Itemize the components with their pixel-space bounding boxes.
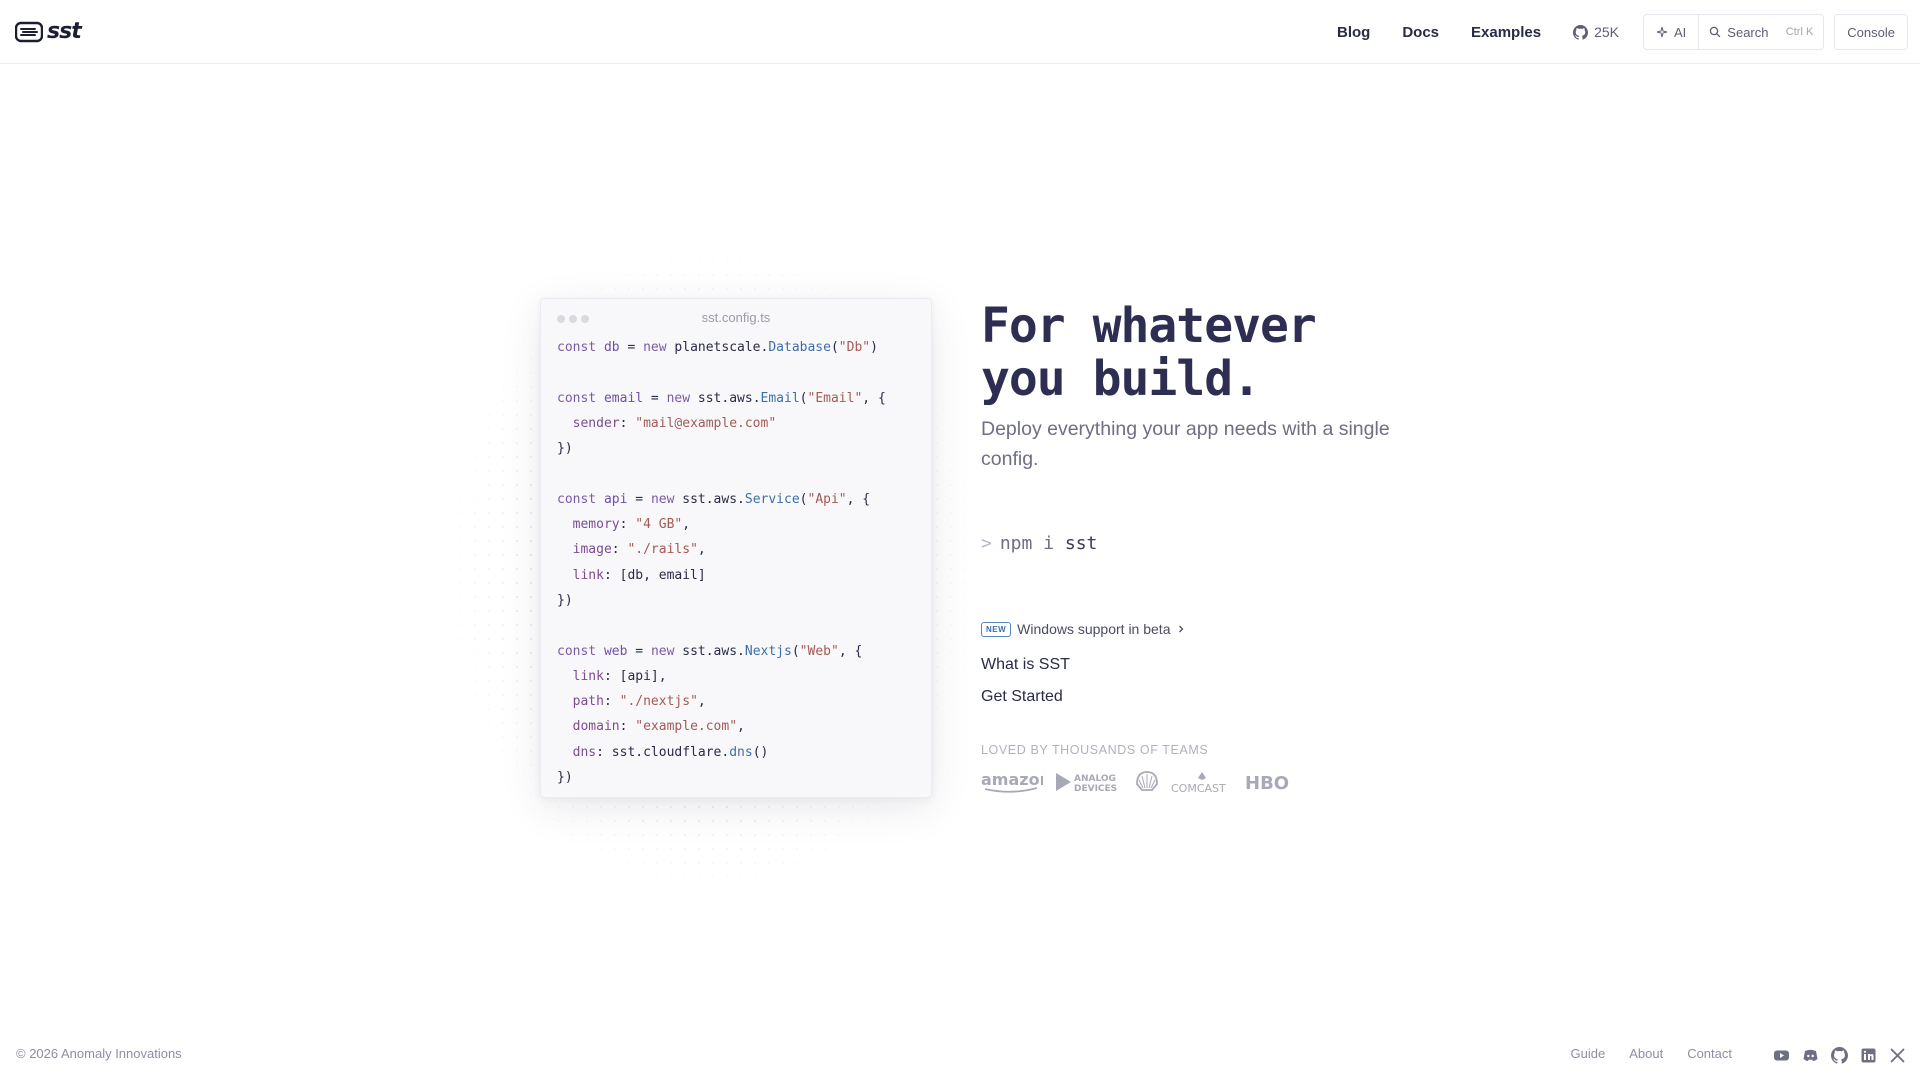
- svg-text:COMCAST: COMCAST: [1171, 782, 1226, 794]
- footer-link-contact[interactable]: Contact: [1687, 1046, 1732, 1061]
- sparkle-icon: [1656, 26, 1668, 38]
- hero-title-line-2: you build.: [981, 351, 1261, 407]
- nav-examples[interactable]: Examples: [1471, 24, 1541, 41]
- search-icon: [1710, 26, 1721, 38]
- github-icon: [1573, 24, 1589, 40]
- github-footer-icon[interactable]: [1831, 1047, 1848, 1064]
- news-banner[interactable]: NEW Windows support in beta: [981, 621, 1186, 637]
- hero-subtitle: Deploy everything your app needs with a …: [981, 418, 1390, 470]
- svg-text:ANALOG: ANALOG: [1074, 774, 1116, 784]
- svg-text:DEVICES: DEVICES: [1074, 784, 1117, 794]
- new-badge: NEW: [981, 621, 1012, 637]
- search-shortcut: Ctrl K: [1785, 26, 1814, 38]
- svg-text:HBO: HBO: [1245, 773, 1289, 794]
- code-block: const db = new planetscale.Database("Db"…: [557, 340, 886, 786]
- amazon-logo: amazon: [981, 770, 1043, 794]
- footer-links: Guide About Contact: [1571, 1046, 1733, 1061]
- analog-devices-logo: ANALOG DEVICES: [1055, 770, 1123, 794]
- what-is-sst-link[interactable]: What is SST: [981, 656, 1070, 674]
- code-card-titlebar: sst.config.ts: [541, 299, 931, 335]
- linkedin-icon[interactable]: [1860, 1047, 1877, 1064]
- discord-icon[interactable]: [1802, 1047, 1819, 1064]
- install-cmd-part-1: npm i: [999, 533, 1055, 554]
- social-links: [1773, 1047, 1906, 1064]
- hero-title: For whatever you build.: [981, 298, 1317, 407]
- svg-text:amazon: amazon: [981, 770, 1043, 789]
- x-icon[interactable]: [1889, 1047, 1906, 1064]
- comcast-logo: COMCAST: [1171, 770, 1233, 794]
- install-cmd-part-2: sst: [1064, 533, 1098, 554]
- customer-logos: amazon ANALOG DEVICES COMCAST HBO: [981, 770, 1289, 794]
- github-stars-count: 25K: [1594, 24, 1619, 40]
- chevron-right-icon: [1179, 625, 1184, 633]
- ai-button[interactable]: AI: [1643, 14, 1699, 50]
- ai-label: AI: [1674, 24, 1687, 40]
- copyright: © 2026 Anomaly Innovations: [16, 1046, 182, 1061]
- shell-logo: [1135, 770, 1159, 794]
- sst-logo[interactable]: sst: [15, 19, 82, 45]
- news-text: Windows support in beta: [1017, 621, 1171, 637]
- console-button[interactable]: Console: [1834, 14, 1908, 50]
- search-button[interactable]: Search Ctrl K: [1698, 14, 1825, 50]
- site-header: sst Blog Docs Examples 25K AI Search Ctr…: [0, 0, 1920, 64]
- main-nav: Blog Docs Examples 25K AI Search Ctrl K …: [1337, 14, 1908, 50]
- nav-blog[interactable]: Blog: [1337, 24, 1370, 41]
- github-stars-link[interactable]: 25K: [1573, 24, 1619, 40]
- nav-docs[interactable]: Docs: [1402, 24, 1439, 41]
- hero-title-line-1: For whatever: [981, 298, 1317, 354]
- search-label: Search: [1727, 24, 1769, 40]
- code-card: sst.config.ts const db = new planetscale…: [540, 298, 932, 798]
- get-started-link[interactable]: Get Started: [981, 688, 1063, 706]
- code-filename: sst.config.ts: [701, 310, 771, 325]
- install-command[interactable]: > npm i sst: [981, 533, 1097, 554]
- logo-wordmark: sst: [47, 19, 82, 44]
- loved-by-label: LOVED BY THOUSANDS OF TEAMS: [981, 743, 1209, 757]
- footer-link-guide[interactable]: Guide: [1571, 1046, 1606, 1061]
- footer-link-about[interactable]: About: [1629, 1046, 1663, 1061]
- sst-logo-icon: [15, 21, 43, 43]
- hbo-logo: HBO: [1245, 770, 1289, 794]
- install-prompt: >: [981, 533, 992, 554]
- youtube-icon[interactable]: [1773, 1047, 1790, 1064]
